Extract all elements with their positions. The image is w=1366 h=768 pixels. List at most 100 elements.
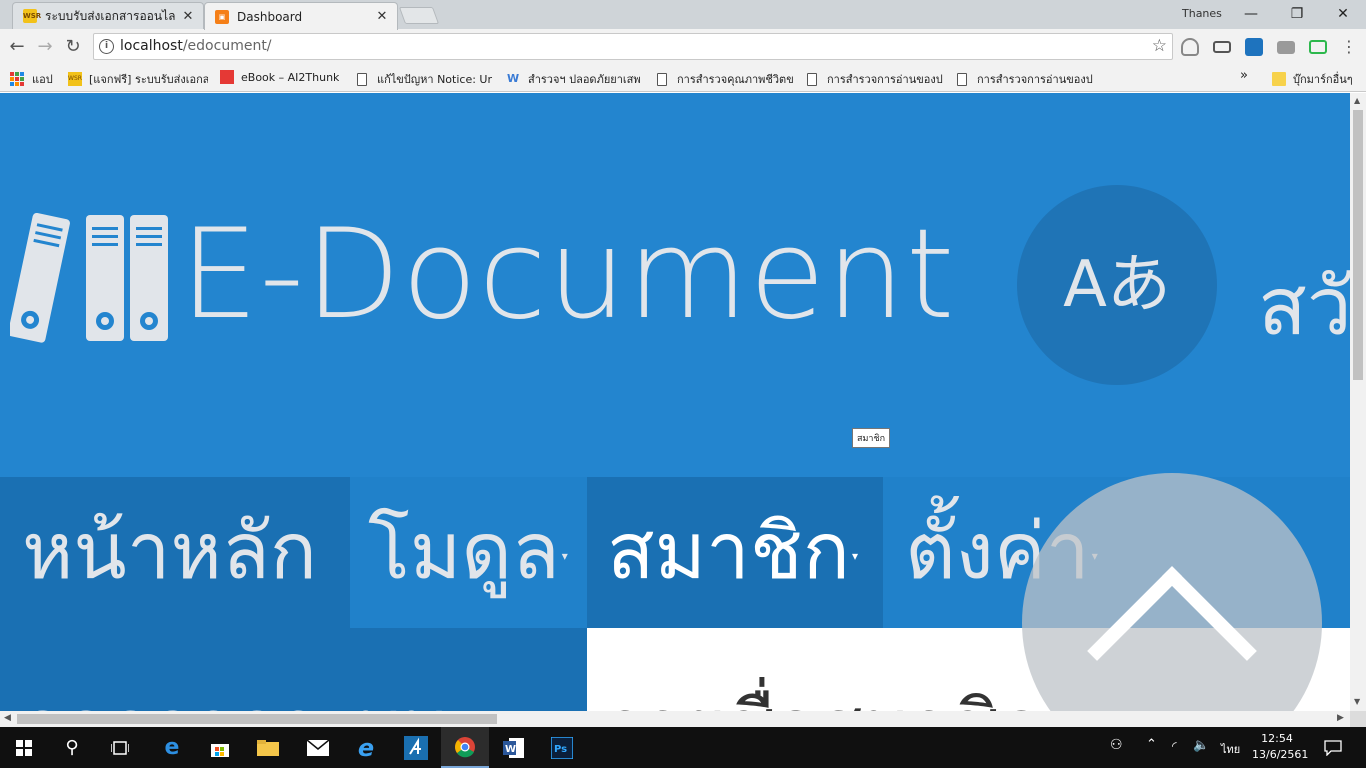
shield-extension-icon[interactable] [1181, 38, 1199, 56]
menu-item-members[interactable]: สมาชิก ▾ [587, 477, 883, 628]
page-icon [357, 72, 367, 86]
tab-strip: WSR ระบบรับส่งเอกสารออนไลน์ หรือ ✕ ▣ Das… [0, 0, 1366, 30]
svg-text:W: W [505, 744, 516, 755]
apps-grid-icon [10, 72, 24, 86]
bookmarks-bar: แอป WSR [แจกฟรี] ระบบรับส่งเอกส eBook – … [0, 65, 1366, 92]
bookmark-ai2thunk[interactable]: eBook – AI2Thunk [220, 70, 339, 84]
menu-item-home[interactable]: หน้าหลัก [0, 477, 350, 628]
edge-icon: e [164, 735, 180, 760]
logout-label: ออกจากระบบ [22, 668, 447, 711]
bookmarks-overflow-chevron-icon[interactable]: » [1240, 68, 1248, 83]
bookmark-notice-fix[interactable]: แก้ไขปัญหา Notice: Ur [357, 70, 493, 88]
maximize-button[interactable]: ❐ [1282, 4, 1312, 26]
vertical-scroll-thumb[interactable] [1353, 110, 1363, 380]
ai2-icon [220, 70, 234, 84]
chrome-app-button[interactable] [441, 727, 489, 768]
ie-app-button[interactable]: e [342, 727, 390, 768]
menu-item-label: สมาชิก [607, 507, 850, 597]
survey-icon: W [507, 72, 520, 85]
bookmark-reading-survey-2[interactable]: การสำรวจการอ่านของป [957, 70, 1093, 88]
horizontal-scrollbar[interactable]: ◀ ▶ [0, 711, 1350, 727]
other-bookmarks-label: บุ๊กมาร์กอื่นๆ [1293, 73, 1353, 86]
bookmark-label: สำรวจฯ ปลอดภัยยาเสพ [528, 73, 641, 86]
camera-extension-icon[interactable] [1277, 41, 1295, 54]
scroll-left-arrow-icon[interactable]: ◀ [4, 713, 11, 723]
wsr-icon: WSR [68, 72, 82, 86]
tv-extension-icon[interactable] [1309, 40, 1327, 54]
bookmark-drug-survey[interactable]: W สำรวจฯ ปลอดภัยยาเสพ [507, 70, 645, 88]
scroll-right-arrow-icon[interactable]: ▶ [1337, 713, 1344, 723]
store-icon [211, 743, 229, 757]
photoshop-icon: Ps [551, 736, 573, 759]
bookmark-star-icon[interactable]: ☆ [1152, 36, 1167, 56]
cast-extension-icon[interactable] [1213, 41, 1231, 53]
s-extension-icon[interactable] [1245, 38, 1263, 56]
folder-icon [1272, 72, 1286, 86]
dashboard-favicon-icon: ▣ [215, 9, 229, 24]
ai2-app-button[interactable] [392, 727, 440, 768]
new-tab-button[interactable] [398, 7, 440, 24]
reload-button[interactable]: ↻ [62, 36, 84, 58]
explorer-app-button[interactable] [244, 727, 292, 768]
tab-title: ระบบรับส่งเอกสารออนไลน์ หรือ [45, 8, 175, 23]
scrollbar-corner [1350, 711, 1366, 727]
wsr-favicon-icon: WSR [23, 9, 41, 23]
clock[interactable]: 12:54 13/6/2561 [1252, 731, 1308, 763]
bookmark-label: [แจกฟรี] ระบบรับส่งเอกส [89, 73, 208, 86]
windows-logo-icon [16, 739, 32, 756]
caret-down-icon: ▾ [852, 549, 859, 563]
scroll-down-arrow-icon[interactable]: ▼ [1354, 697, 1360, 706]
site-info-icon[interactable]: i [99, 39, 114, 54]
action-center-button[interactable] [1312, 727, 1354, 768]
tooltip: สมาชิก [852, 428, 891, 448]
word-app-button[interactable]: W [490, 727, 538, 768]
task-view-icon [111, 740, 129, 755]
vertical-scrollbar[interactable]: ▲ ▼ [1350, 93, 1366, 711]
bookmark-reading-survey-1[interactable]: การสำรวจการอ่านของป [807, 70, 943, 88]
minimize-button[interactable]: — [1236, 4, 1266, 26]
other-bookmarks[interactable]: บุ๊กมาร์กอื่นๆ [1272, 70, 1353, 88]
volume-icon[interactable]: 🔈 [1193, 738, 1209, 753]
url-text[interactable]: localhost/edocument/ [120, 38, 272, 54]
bookmark-label: แก้ไขปัญหา Notice: Ur [377, 73, 493, 86]
menu-item-label: โมดูล [368, 507, 560, 597]
profile-name[interactable]: Thanes [1182, 7, 1222, 20]
bookmark-label: แอป [32, 73, 53, 86]
close-tab-icon[interactable]: ✕ [181, 9, 195, 24]
horizontal-scroll-thumb[interactable] [17, 714, 497, 724]
store-app-button[interactable] [196, 727, 244, 768]
language-switch-button[interactable]: Aあ [1017, 185, 1217, 385]
chevron-up-icon[interactable]: ⌃ [1146, 737, 1157, 752]
wifi-icon[interactable]: ◜ [1172, 739, 1177, 753]
input-language[interactable]: ไทย [1221, 740, 1240, 758]
content-heading: รายชื่อสมาชิก [605, 668, 1043, 711]
photoshop-app-button[interactable]: Ps [538, 727, 586, 768]
bookmark-quality-survey[interactable]: การสำรวจคุณภาพชีวิตข [657, 70, 793, 88]
task-view-button[interactable] [96, 727, 144, 768]
url-path: /edocument/ [182, 38, 272, 54]
address-bar[interactable]: i localhost/edocument/ ☆ [93, 33, 1173, 60]
url-host: localhost [120, 38, 183, 54]
close-tab-icon[interactable]: ✕ [375, 9, 389, 24]
people-icon[interactable]: ⚇ [1110, 737, 1123, 753]
bookmark-wsr[interactable]: WSR [แจกฟรี] ระบบรับส่งเอกส [68, 70, 208, 88]
back-button[interactable]: ← [6, 36, 28, 58]
bookmark-apps[interactable]: แอป [10, 70, 53, 88]
forward-button[interactable]: → [34, 36, 56, 58]
close-window-button[interactable]: ✕ [1328, 4, 1358, 26]
logout-menu-item[interactable]: ออกจากระบบ [0, 628, 587, 711]
menu-item-modules[interactable]: โมดูล ▾ [350, 477, 587, 628]
search-button[interactable]: ⚲ [48, 727, 96, 768]
svg-text:Ps: Ps [554, 744, 567, 755]
tab-dashboard[interactable]: ▣ Dashboard ✕ [204, 2, 398, 30]
bookmark-label: การสำรวจการอ่านของป [977, 73, 1093, 86]
search-icon: ⚲ [65, 737, 79, 758]
start-button[interactable] [0, 727, 48, 768]
tab-wsr[interactable]: WSR ระบบรับส่งเอกสารออนไลน์ หรือ ✕ [12, 2, 204, 29]
edge-app-button[interactable]: e [148, 727, 196, 768]
brand-title[interactable]: E-Document [180, 213, 956, 337]
mail-app-button[interactable] [294, 727, 342, 768]
page-viewport: E-Document Aあ สวั หน้าหลัก โมดูล ▾ สมาชิก… [0, 93, 1350, 711]
menu-kebab-icon[interactable]: ⋮ [1338, 36, 1360, 58]
scroll-up-arrow-icon[interactable]: ▲ [1354, 96, 1360, 105]
